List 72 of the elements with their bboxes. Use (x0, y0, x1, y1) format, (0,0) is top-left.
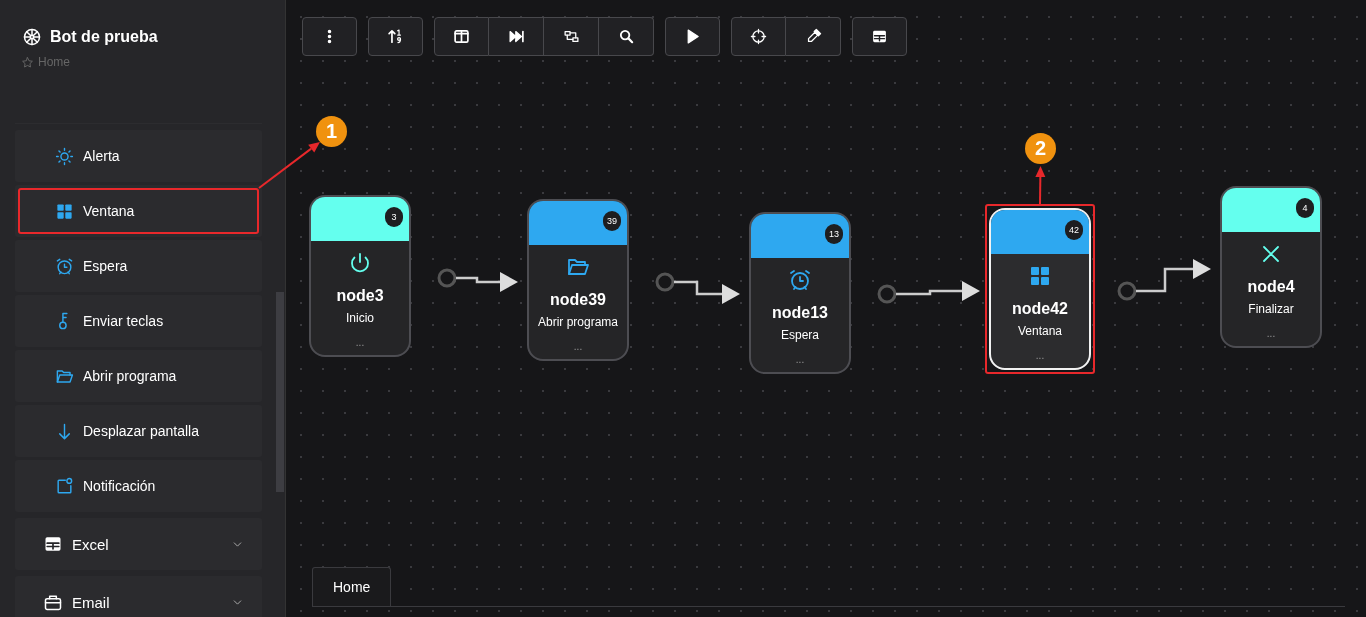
count-badge: 3 (385, 207, 403, 227)
skip-forward-icon (507, 28, 525, 45)
node-title: node3 (336, 287, 384, 305)
scrollbar[interactable] (276, 292, 284, 492)
briefcase-icon (43, 592, 63, 612)
star-icon (21, 55, 34, 69)
tab[interactable]: Home (312, 567, 392, 606)
crosshair-icon (750, 28, 767, 45)
more-text: ... (355, 337, 365, 348)
count-badge: 13 (825, 224, 843, 244)
node-subtitle: Abrir programa (538, 315, 618, 329)
menu-item[interactable]: Desplazar pantalla (15, 405, 262, 457)
more-text: ... (795, 354, 805, 365)
more-text: ... (1266, 328, 1276, 339)
flow-node[interactable]: 42 node42 Ventana ... (989, 208, 1091, 370)
grid-icon (55, 201, 74, 221)
toolbar-button[interactable] (786, 17, 841, 56)
grid-icon (1028, 264, 1052, 288)
menu-item[interactable]: Espera (15, 240, 262, 292)
menu-item[interactable]: Alerta (15, 130, 262, 182)
power-icon (348, 251, 372, 275)
annotation-arrow (258, 142, 320, 189)
port-handle[interactable] (437, 268, 457, 288)
count-badge: 4 (1296, 198, 1314, 218)
alarm-clock-icon (55, 256, 74, 276)
annotation-arrow (1035, 166, 1046, 205)
menu-item[interactable]: Notificación (15, 460, 262, 512)
node-title: node4 (1247, 278, 1295, 296)
toolbar-button[interactable] (599, 17, 654, 56)
sun-icon (55, 146, 74, 166)
node-title: node42 (1012, 300, 1068, 318)
columns-icon (453, 28, 470, 45)
port-handle[interactable] (1117, 281, 1137, 301)
node-subtitle: Espera (781, 328, 819, 342)
node-title: node39 (550, 291, 606, 309)
connector-arrow (456, 272, 518, 292)
more-text: ... (573, 341, 583, 352)
port-handle[interactable] (877, 284, 897, 304)
node-title: node13 (772, 304, 828, 322)
table-icon (43, 534, 63, 554)
node-subtitle: Ventana (1017, 324, 1062, 338)
count-badge: 39 (603, 211, 621, 231)
menu-item[interactable]: Abrir programa (15, 350, 262, 402)
connector-arrow (674, 280, 740, 304)
alarm-clock-icon (788, 268, 812, 292)
toolbar-button[interactable] (852, 17, 907, 56)
wheel-icon (22, 27, 42, 47)
menu-group[interactable]: Email (15, 576, 262, 617)
flow-node[interactable]: 3 node3 Inicio ... (309, 195, 411, 357)
flow-node[interactable]: 39 node39 Abrir programa ... (527, 199, 629, 361)
count-badge: 42 (1065, 220, 1083, 240)
toolbar-button[interactable] (489, 17, 544, 56)
search-icon (617, 28, 635, 45)
flow-node[interactable]: 13 node13 Espera ... (749, 212, 851, 374)
sort-icon (387, 28, 404, 45)
toolbar-button[interactable] (665, 17, 720, 56)
node-subtitle: Finalizar (1248, 302, 1294, 316)
toolbar-button[interactable] (434, 17, 489, 56)
toolbar-button[interactable] (368, 17, 423, 56)
toolbar-button[interactable] (731, 17, 786, 56)
app-title: Bot de prueba (50, 28, 158, 46)
menu-item[interactable]: Enviar teclas (15, 295, 262, 347)
menu-item[interactable]: Ventana (15, 185, 262, 237)
notification-icon (55, 476, 74, 496)
flow-node[interactable]: 4 node4 Finalizar ... (1220, 186, 1322, 348)
port-handle[interactable] (655, 272, 675, 292)
table-icon (871, 28, 888, 45)
menu-group[interactable]: Excel (15, 518, 262, 570)
connect-icon (562, 28, 580, 45)
node-subtitle: Inicio (346, 311, 374, 325)
toolbar-button[interactable] (544, 17, 599, 56)
more-text: ... (1035, 350, 1045, 361)
